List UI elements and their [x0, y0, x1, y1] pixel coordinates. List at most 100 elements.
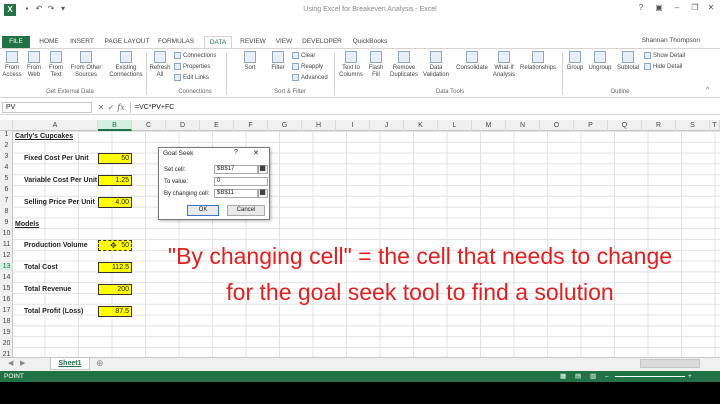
column-header[interactable]: F [234, 120, 268, 131]
dialog-help-icon[interactable]: ? [234, 149, 238, 156]
refresh-all-button[interactable]: Refresh All [148, 51, 172, 79]
redo-icon[interactable]: ↷ [46, 4, 56, 14]
ok-button[interactable]: OK [187, 205, 219, 216]
row-header[interactable]: 14 [0, 274, 13, 281]
total-profit-label[interactable]: Total Profit (Loss) [24, 307, 83, 316]
total-cost-label[interactable]: Total Cost [24, 263, 58, 272]
text-to-columns-button[interactable]: Text to Columns [338, 51, 364, 79]
variable-cost-label[interactable]: Variable Cost Per Unit [24, 176, 97, 185]
select-all-corner[interactable] [0, 120, 13, 131]
tab-view[interactable]: VIEW [272, 36, 296, 48]
row-header[interactable]: 12 [0, 252, 13, 259]
name-box[interactable]: PV [2, 102, 92, 113]
insert-function-icon[interactable]: fx [116, 102, 126, 113]
what-if-analysis-button[interactable]: What-If Analysis [490, 51, 518, 79]
selling-price-label[interactable]: Selling Price Per Unit [24, 198, 95, 207]
from-web-button[interactable]: From Web [24, 51, 44, 79]
column-header[interactable]: L [438, 120, 472, 131]
group-button[interactable]: Group [564, 51, 586, 72]
row-header[interactable]: 16 [0, 296, 13, 303]
column-header[interactable]: J [370, 120, 404, 131]
column-header[interactable]: P [574, 120, 608, 131]
tab-formulas[interactable]: FORMULAS [156, 36, 196, 48]
row-header[interactable]: 18 [0, 318, 13, 325]
models-label[interactable]: Models [15, 220, 39, 229]
cancel-entry-icon[interactable]: ✕ [96, 102, 106, 113]
normal-view-icon[interactable]: ▦ [560, 371, 566, 382]
column-header[interactable]: N [506, 120, 540, 131]
fixed-cost-cell[interactable]: 50 [98, 153, 132, 164]
zoom-in-icon[interactable]: + [688, 371, 692, 382]
save-icon[interactable]: ▪ [22, 4, 32, 14]
add-sheet-icon[interactable]: ⊕ [96, 358, 104, 369]
range-select-icon[interactable]: ⬛ [258, 165, 268, 174]
row-header[interactable]: 11 [0, 241, 13, 248]
close-window-icon[interactable]: ✕ [704, 2, 718, 14]
row-header[interactable]: 20 [0, 340, 13, 347]
selling-price-cell[interactable]: 4.00 [98, 197, 132, 208]
filter-button[interactable]: Filter [268, 51, 288, 72]
row-header[interactable]: 8 [0, 208, 13, 215]
column-header[interactable]: G [268, 120, 302, 131]
tab-data[interactable]: DATA [204, 36, 232, 48]
sheet-tab-sheet1[interactable]: Sheet1 [50, 358, 90, 370]
column-header[interactable]: B [98, 120, 132, 131]
page-break-view-icon[interactable]: ▥ [590, 371, 596, 382]
row-header[interactable]: 17 [0, 307, 13, 314]
column-header[interactable]: M [472, 120, 506, 131]
row-header[interactable]: 19 [0, 329, 13, 336]
to-value-input[interactable]: 0 [214, 177, 268, 186]
column-header[interactable]: H [302, 120, 336, 131]
tab-insert[interactable]: INSERT [66, 36, 98, 48]
column-header[interactable]: O [540, 120, 574, 131]
column-header[interactable]: C [132, 120, 166, 131]
row-header[interactable]: 4 [0, 164, 13, 171]
column-header[interactable]: K [404, 120, 438, 131]
column-header[interactable]: R [642, 120, 676, 131]
zoom-slider[interactable] [615, 376, 685, 377]
total-profit-cell[interactable]: 87.5 [98, 306, 132, 317]
tab-developer[interactable]: DEVELOPER [302, 36, 342, 48]
show-detail-button[interactable]: Show Detail [644, 52, 685, 60]
properties-button[interactable]: Properties [174, 63, 210, 71]
set-cell-input[interactable]: $B$17 [214, 165, 258, 174]
variable-cost-cell[interactable]: 1.25 [98, 175, 132, 186]
horizontal-scrollbar[interactable] [640, 359, 700, 368]
row-header[interactable]: 3 [0, 153, 13, 160]
tab-home[interactable]: HOME [34, 36, 64, 48]
row-header[interactable]: 7 [0, 197, 13, 204]
column-header[interactable]: E [200, 120, 234, 131]
edit-links-button[interactable]: Edit Links [174, 74, 209, 82]
minimize-icon[interactable]: – [670, 2, 684, 14]
row-header[interactable]: 2 [0, 142, 13, 149]
from-access-button[interactable]: From Access [2, 51, 22, 79]
undo-icon[interactable]: ↶ [34, 4, 44, 14]
column-header[interactable]: Q [608, 120, 642, 131]
subtotal-button[interactable]: Subtotal [614, 51, 642, 72]
advanced-button[interactable]: Advanced [292, 74, 328, 82]
total-revenue-cell[interactable]: 200 [98, 284, 132, 295]
next-sheet-icon[interactable]: ▶ [20, 359, 25, 367]
column-header[interactable]: T [710, 120, 720, 131]
fixed-cost-label[interactable]: Fixed Cost Per Unit [24, 154, 89, 163]
tab-file[interactable]: FILE [2, 36, 30, 48]
production-volume-label[interactable]: Production Volume [24, 241, 88, 250]
tab-review[interactable]: REVIEW [238, 36, 268, 48]
by-changing-cell-input[interactable]: $B$11 [214, 189, 258, 198]
column-header[interactable]: I [336, 120, 370, 131]
page-layout-view-icon[interactable]: ▤ [575, 371, 581, 382]
consolidate-button[interactable]: Consolidate [454, 51, 490, 72]
column-header[interactable]: D [166, 120, 200, 131]
from-text-button[interactable]: From Text [46, 51, 66, 79]
restore-icon[interactable]: ❐ [688, 2, 702, 14]
row-header[interactable]: 6 [0, 186, 13, 193]
row-header[interactable]: 5 [0, 175, 13, 182]
tab-page-layout[interactable]: PAGE LAYOUT [102, 36, 152, 48]
sort-button[interactable]: Sort [240, 51, 260, 72]
sheet-title[interactable]: Carly's Cupcakes [15, 132, 73, 141]
customize-toolbar-icon[interactable]: ▾ [58, 4, 68, 14]
row-header[interactable]: 13 [0, 263, 13, 270]
ribbon-options-icon[interactable]: ▣ [652, 2, 666, 14]
existing-connections-button[interactable]: Existing Connections [108, 51, 144, 79]
formula-input[interactable]: =VC*PV+FC [130, 102, 716, 113]
